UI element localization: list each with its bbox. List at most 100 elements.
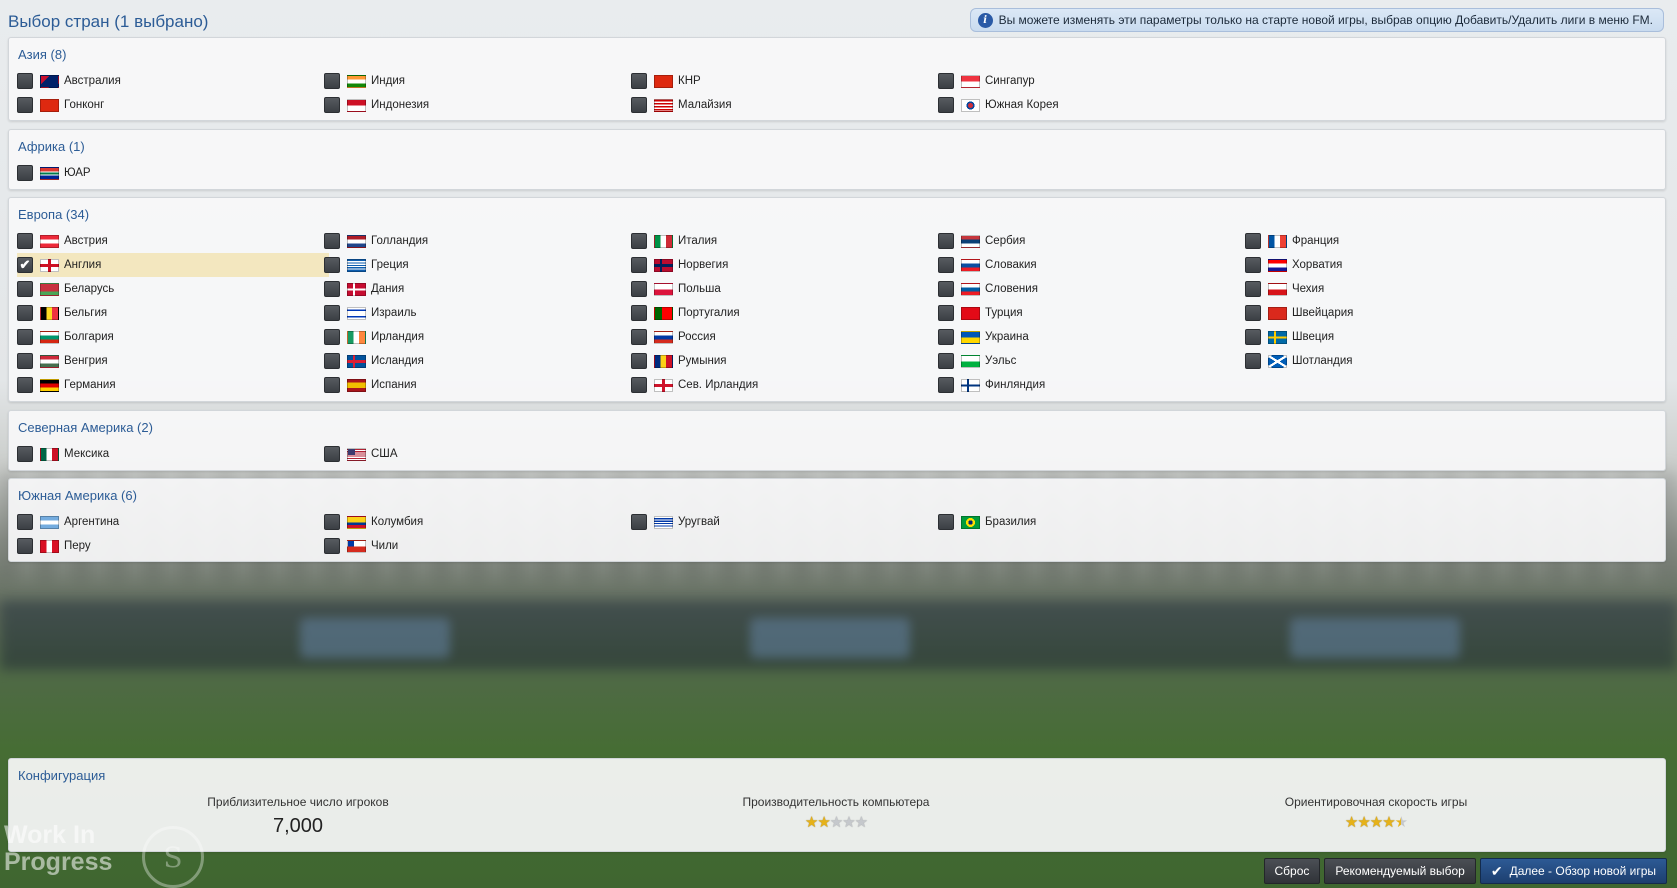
checkbox[interactable] — [324, 514, 340, 530]
checkbox[interactable] — [631, 353, 647, 369]
country-item-бельгия[interactable]: Бельгия — [17, 301, 329, 325]
country-item-англия[interactable]: ✔ Англия — [17, 253, 329, 277]
checkbox[interactable] — [938, 281, 954, 297]
country-item-франция[interactable]: Франция — [1245, 229, 1557, 253]
checkbox[interactable] — [631, 377, 647, 393]
country-item-чили[interactable]: Чили — [324, 534, 636, 558]
country-item-мексика[interactable]: Мексика — [17, 442, 329, 466]
checkbox[interactable] — [1245, 233, 1261, 249]
checkbox[interactable] — [324, 73, 340, 89]
checkbox[interactable] — [938, 353, 954, 369]
next-button[interactable]: ✔ Далее - Обзор новой игры — [1479, 858, 1667, 884]
country-item-сев-ирландия[interactable]: Сев. Ирландия — [631, 373, 943, 397]
country-item-гонконг[interactable]: Гонконг — [17, 93, 329, 117]
country-item-венгрия[interactable]: Венгрия — [17, 349, 329, 373]
country-item-ирландия[interactable]: Ирландия — [324, 325, 636, 349]
country-item-швейцария[interactable]: Швейцария — [1245, 301, 1557, 325]
checkbox[interactable] — [631, 73, 647, 89]
country-item-румыния[interactable]: Румыния — [631, 349, 943, 373]
checkbox-checked[interactable]: ✔ — [17, 257, 33, 273]
checkbox[interactable] — [17, 165, 33, 181]
checkbox[interactable] — [938, 257, 954, 273]
country-item-чехия[interactable]: Чехия — [1245, 277, 1557, 301]
checkbox[interactable] — [631, 97, 647, 113]
checkbox[interactable] — [631, 329, 647, 345]
checkbox[interactable] — [324, 97, 340, 113]
checkbox[interactable] — [1245, 353, 1261, 369]
checkbox[interactable] — [17, 514, 33, 530]
country-item-норвегия[interactable]: Норвегия — [631, 253, 943, 277]
country-item-сша[interactable]: США — [324, 442, 636, 466]
reset-button[interactable]: Сброс — [1263, 858, 1321, 884]
country-item-австрия[interactable]: Австрия — [17, 229, 329, 253]
checkbox[interactable] — [17, 233, 33, 249]
checkbox[interactable] — [324, 305, 340, 321]
country-item-болгария[interactable]: Болгария — [17, 325, 329, 349]
checkbox[interactable] — [324, 281, 340, 297]
country-item-бразилия[interactable]: Бразилия — [938, 510, 1250, 534]
country-item-голландия[interactable]: Голландия — [324, 229, 636, 253]
country-item-швеция[interactable]: Швеция — [1245, 325, 1557, 349]
country-item-австралия[interactable]: Австралия — [17, 69, 329, 93]
checkbox[interactable] — [938, 97, 954, 113]
country-item-финляндия[interactable]: Финляндия — [938, 373, 1250, 397]
country-item-уругвай[interactable]: Уругвай — [631, 510, 943, 534]
checkbox[interactable] — [17, 97, 33, 113]
country-item-перу[interactable]: Перу — [17, 534, 329, 558]
checkbox[interactable] — [938, 305, 954, 321]
country-item-малайзия[interactable]: Малайзия — [631, 93, 943, 117]
country-item-сингапур[interactable]: Сингапур — [938, 69, 1250, 93]
checkbox[interactable] — [17, 538, 33, 554]
checkbox[interactable] — [17, 281, 33, 297]
checkbox[interactable] — [324, 353, 340, 369]
country-item-словакия[interactable]: Словакия — [938, 253, 1250, 277]
country-item-хорватия[interactable]: Хорватия — [1245, 253, 1557, 277]
checkbox[interactable] — [1245, 257, 1261, 273]
checkbox[interactable] — [938, 329, 954, 345]
country-item-сербия[interactable]: Сербия — [938, 229, 1250, 253]
checkbox[interactable] — [631, 233, 647, 249]
country-item-колумбия[interactable]: Колумбия — [324, 510, 636, 534]
country-item-дания[interactable]: Дания — [324, 277, 636, 301]
checkbox[interactable] — [1245, 329, 1261, 345]
country-item-германия[interactable]: Германия — [17, 373, 329, 397]
checkbox[interactable] — [938, 73, 954, 89]
recommended-button[interactable]: Рекомендуемый выбор — [1324, 858, 1476, 884]
checkbox[interactable] — [17, 377, 33, 393]
country-item-испания[interactable]: Испания — [324, 373, 636, 397]
country-item-россия[interactable]: Россия — [631, 325, 943, 349]
country-item-юар[interactable]: ЮАР — [17, 161, 329, 185]
checkbox[interactable] — [631, 281, 647, 297]
checkbox[interactable] — [631, 514, 647, 530]
country-item-индонезия[interactable]: Индонезия — [324, 93, 636, 117]
checkbox[interactable] — [324, 257, 340, 273]
checkbox[interactable] — [17, 305, 33, 321]
country-item-португалия[interactable]: Португалия — [631, 301, 943, 325]
country-item-кнр[interactable]: КНР — [631, 69, 943, 93]
checkbox[interactable] — [17, 353, 33, 369]
checkbox[interactable] — [324, 377, 340, 393]
checkbox[interactable] — [17, 329, 33, 345]
country-item-италия[interactable]: Италия — [631, 229, 943, 253]
country-item-турция[interactable]: Турция — [938, 301, 1250, 325]
checkbox[interactable] — [324, 538, 340, 554]
checkbox[interactable] — [938, 514, 954, 530]
country-item-шотландия[interactable]: Шотландия — [1245, 349, 1557, 373]
checkbox[interactable] — [938, 233, 954, 249]
country-item-беларусь[interactable]: Беларусь — [17, 277, 329, 301]
checkbox[interactable] — [1245, 281, 1261, 297]
country-item-южная-корея[interactable]: Южная Корея — [938, 93, 1250, 117]
country-item-аргентина[interactable]: Аргентина — [17, 510, 329, 534]
country-item-словения[interactable]: Словения — [938, 277, 1250, 301]
checkbox[interactable] — [324, 446, 340, 462]
checkbox[interactable] — [324, 329, 340, 345]
country-item-исландия[interactable]: Исландия — [324, 349, 636, 373]
country-item-индия[interactable]: Индия — [324, 69, 636, 93]
checkbox[interactable] — [17, 446, 33, 462]
checkbox[interactable] — [631, 305, 647, 321]
checkbox[interactable] — [631, 257, 647, 273]
country-item-израиль[interactable]: Израиль — [324, 301, 636, 325]
checkbox[interactable] — [324, 233, 340, 249]
checkbox[interactable] — [17, 73, 33, 89]
country-item-польша[interactable]: Польша — [631, 277, 943, 301]
